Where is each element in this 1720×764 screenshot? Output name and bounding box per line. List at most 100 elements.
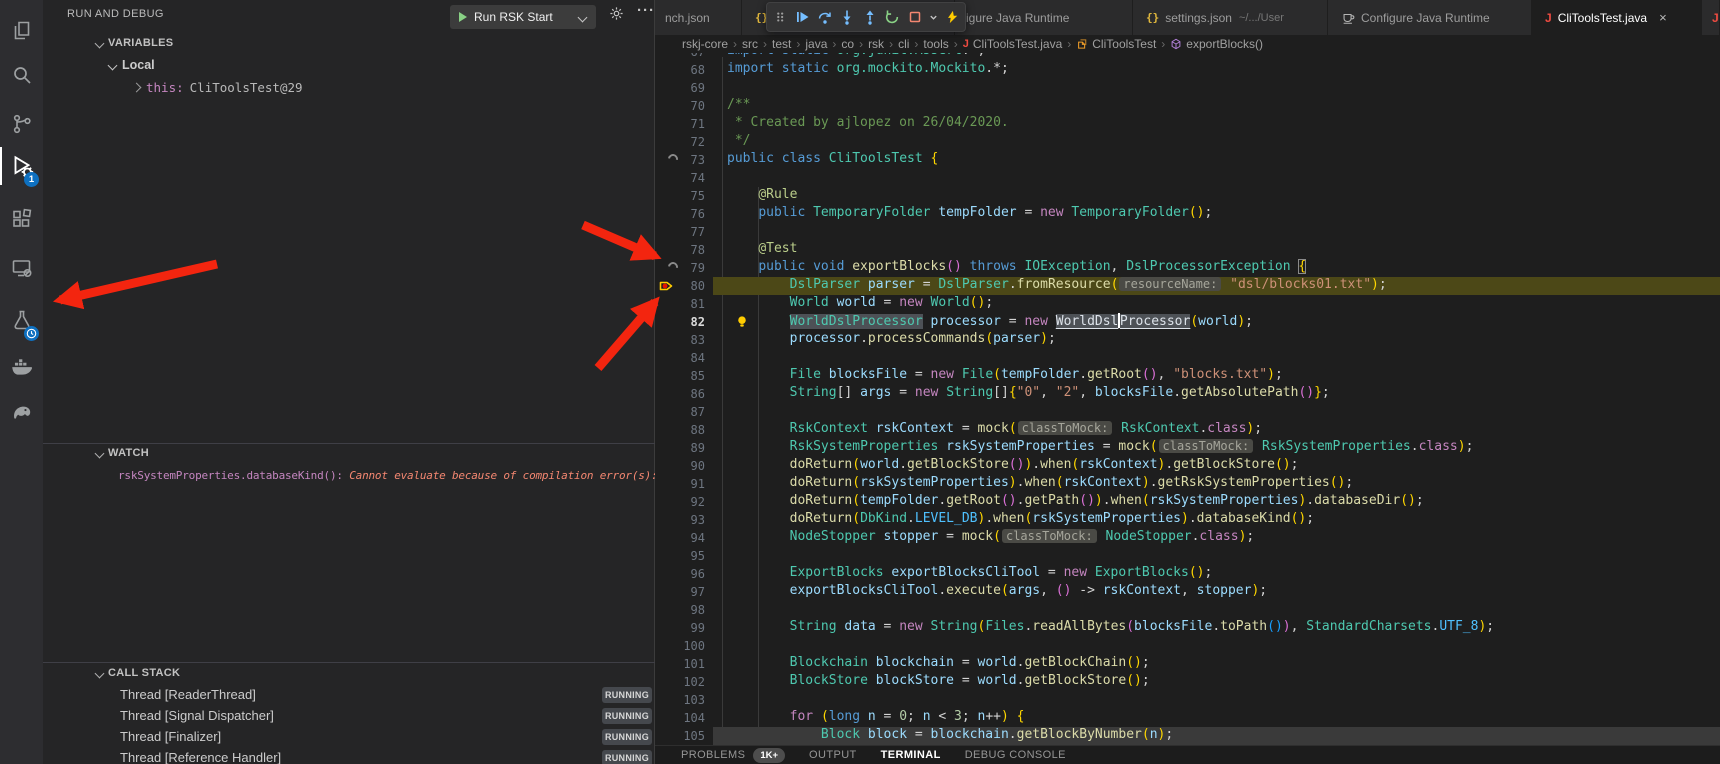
activity-run-and-debug-icon[interactable]: 1 <box>0 149 43 183</box>
panel-tab-debug-console[interactable]: DEBUG CONSOLE <box>965 749 1066 761</box>
line-number[interactable]: 69 <box>655 79 705 97</box>
line-number[interactable]: 73 <box>655 151 705 169</box>
call-stack-thread[interactable]: Thread [ReaderThread] <box>120 687 256 702</box>
line-number[interactable]: 90 <box>655 457 705 475</box>
watch-section-header[interactable]: WATCH <box>96 447 149 459</box>
line-number[interactable]: 75 <box>655 187 705 205</box>
variable-this[interactable]: this: CliToolsTest@29 <box>133 80 303 95</box>
activity-docker-icon[interactable] <box>0 349 43 383</box>
line-number[interactable]: 81 <box>655 295 705 313</box>
code-line-86: 86 String[] args = new String[]{"0", "2"… <box>655 385 1720 403</box>
line-number[interactable]: 101 <box>655 655 705 673</box>
call-stack-thread[interactable]: Thread [Finalizer] <box>120 729 221 744</box>
line-number[interactable]: 68 <box>655 61 705 79</box>
line-number[interactable]: 78 <box>655 241 705 259</box>
breadcrumb-label: co <box>841 37 854 51</box>
line-number[interactable]: 98 <box>655 601 705 619</box>
breadcrumb-item-clitoolstest[interactable]: CliToolsTest <box>1076 37 1156 51</box>
code-line-105: 105 Block block = blockchain.getBlockByN… <box>655 727 1720 745</box>
tab-igure Java Runtime[interactable]: igure Java Runtime <box>955 0 1133 35</box>
line-number[interactable]: 89 <box>655 439 705 457</box>
activity-bar: 1 <box>0 0 44 764</box>
line-number[interactable]: 86 <box>655 385 705 403</box>
json-braces-icon: {} <box>1146 11 1159 24</box>
call-stack-section-header[interactable]: CALL STACK <box>96 667 180 679</box>
stop-dropdown-icon[interactable] <box>929 8 939 26</box>
tab-nch.json[interactable]: nch.json <box>655 0 742 35</box>
activity-source-control-icon[interactable] <box>0 107 43 141</box>
call-stack-thread[interactable]: Thread [Signal Dispatcher] <box>120 708 274 723</box>
line-number[interactable]: 93 <box>655 511 705 529</box>
line-number[interactable]: 79 <box>655 259 705 277</box>
activity-explorer-icon[interactable] <box>0 13 43 47</box>
close-icon[interactable]: × <box>1659 10 1667 25</box>
tab-settings.json[interactable]: {}settings.json~/.../User <box>1133 0 1328 35</box>
line-number[interactable]: 102 <box>655 673 705 691</box>
line-number[interactable]: 71 <box>655 115 705 133</box>
code-editor[interactable]: 67import static org.junit.Assert.*;68imp… <box>655 35 1720 745</box>
activity-search-icon[interactable] <box>0 58 43 92</box>
line-number[interactable]: 91 <box>655 475 705 493</box>
breadcrumb-item-java[interactable]: java <box>805 37 827 51</box>
line-number[interactable]: 104 <box>655 709 705 727</box>
run-configuration-dropdown[interactable]: Run RSK Start <box>450 5 596 29</box>
more-actions-icon[interactable]: ··· <box>637 2 655 19</box>
line-number[interactable]: 97 <box>655 583 705 601</box>
breadcrumb-item-clitoolstest-java[interactable]: JCliToolsTest.java <box>963 37 1063 51</box>
tab-Configure Java Runtime[interactable]: Configure Java Runtime <box>1328 0 1532 35</box>
line-number[interactable]: 72 <box>655 133 705 151</box>
activity-gradle-icon[interactable] <box>0 395 43 429</box>
line-number[interactable]: 88 <box>655 421 705 439</box>
breadcrumb-separator: › <box>954 37 958 51</box>
panel-tab-terminal[interactable]: TERMINAL <box>881 749 941 761</box>
line-number[interactable]: 94 <box>655 529 705 547</box>
hot-code-replace-icon[interactable] <box>943 8 961 26</box>
breadcrumb-item-rsk[interactable]: rsk <box>868 37 884 51</box>
breadcrumb-item-cli[interactable]: cli <box>898 37 909 51</box>
panel-tab-output[interactable]: OUTPUT <box>809 749 857 761</box>
line-number[interactable]: 105 <box>655 727 705 745</box>
breadcrumb-item-tools[interactable]: tools <box>923 37 948 51</box>
breadcrumb-item-co[interactable]: co <box>841 37 854 51</box>
line-number[interactable]: 85 <box>655 367 705 385</box>
breadcrumb-item-src[interactable]: src <box>742 37 758 51</box>
line-number[interactable]: 77 <box>655 223 705 241</box>
breadcrumb-item-test[interactable]: test <box>772 37 791 51</box>
panel-tab-label: OUTPUT <box>809 749 857 761</box>
tab-CliToolsTest.java[interactable]: JCliToolsTest.java× <box>1532 0 1702 35</box>
line-number[interactable]: 82 <box>655 313 705 331</box>
gear-icon[interactable] <box>609 6 624 26</box>
step-over-icon[interactable] <box>816 8 834 26</box>
line-number[interactable]: 76 <box>655 205 705 223</box>
line-number[interactable]: 99 <box>655 619 705 637</box>
step-out-icon[interactable] <box>861 8 879 26</box>
line-number[interactable]: 87 <box>655 403 705 421</box>
breadcrumb-item-exportblocks-[interactable]: exportBlocks() <box>1170 37 1263 51</box>
variables-scope-local[interactable]: Local <box>109 58 155 72</box>
panel-tab-problems[interactable]: PROBLEMS1K+ <box>681 748 785 763</box>
line-number[interactable]: 83 <box>655 331 705 349</box>
variables-section-header[interactable]: VARIABLES <box>96 37 173 49</box>
call-stack-thread[interactable]: Thread [Reference Handler] <box>120 750 281 764</box>
line-number[interactable]: 96 <box>655 565 705 583</box>
vscode-window: 1 RUN AND DEBUG Run RSK Start ··· VARIAB… <box>0 0 1720 764</box>
play-icon <box>459 12 467 22</box>
breadcrumb-item-rskj-core[interactable]: rskj-core <box>682 37 728 51</box>
line-number[interactable]: 100 <box>655 637 705 655</box>
line-number[interactable]: 74 <box>655 169 705 187</box>
line-number[interactable]: 70 <box>655 97 705 115</box>
line-number[interactable]: 84 <box>655 349 705 367</box>
tab-icon-only-6[interactable]: J <box>1702 0 1720 35</box>
line-number[interactable]: 95 <box>655 547 705 565</box>
line-number[interactable]: 80 <box>655 277 705 295</box>
line-number[interactable]: 103 <box>655 691 705 709</box>
restart-icon[interactable] <box>884 8 902 26</box>
activity-remote-explorer-icon[interactable] <box>0 251 43 285</box>
stop-icon[interactable] <box>906 8 924 26</box>
activity-testing-icon[interactable] <box>0 303 43 337</box>
continue-icon[interactable] <box>794 8 812 26</box>
line-number[interactable]: 92 <box>655 493 705 511</box>
activity-extensions-icon[interactable] <box>0 202 43 236</box>
watch-expression-row[interactable]: rskSystemProperties.databaseKind(): Cann… <box>118 469 694 486</box>
step-into-icon[interactable] <box>839 8 857 26</box>
